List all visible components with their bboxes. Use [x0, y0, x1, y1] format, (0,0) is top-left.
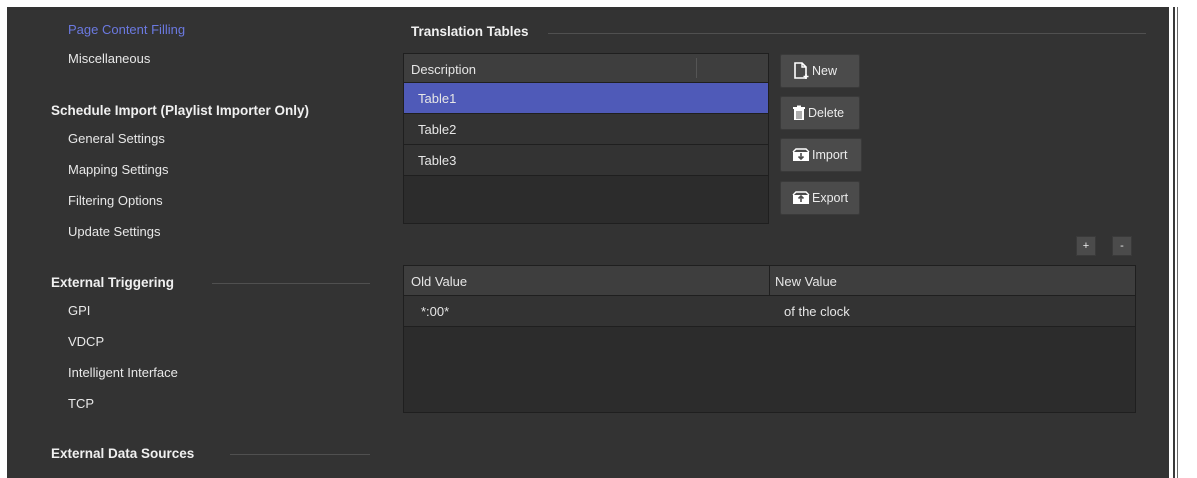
new-value-cell[interactable]: of the clock	[784, 304, 850, 319]
new-button[interactable]: New	[780, 54, 860, 88]
group-title: Translation Tables	[411, 24, 529, 39]
section-schedule-import: Schedule Import (Playlist Importer Only)	[51, 103, 310, 118]
section-divider	[212, 283, 370, 284]
section-divider	[230, 454, 370, 455]
table-cell: Table1	[418, 91, 457, 106]
add-row-button[interactable]: +	[1076, 236, 1096, 256]
translation-values-table[interactable]: Old Value New Value *:00* of the clock	[403, 265, 1136, 413]
old-value-cell[interactable]: *:00*	[421, 304, 449, 319]
sidebar-item-general-settings[interactable]: General Settings	[68, 131, 165, 146]
section-external-triggering: External Triggering	[51, 275, 175, 290]
table-header: Description	[404, 54, 768, 83]
new-document-icon	[794, 62, 809, 79]
trash-icon	[793, 105, 805, 120]
table-row[interactable]: Table1	[404, 83, 768, 114]
delete-button[interactable]: Delete	[780, 96, 860, 130]
column-header-description[interactable]: Description	[411, 62, 476, 77]
sidebar-item-page-content-filling[interactable]: Page Content Filling	[68, 22, 185, 37]
import-button-label: Import	[812, 148, 848, 162]
table-row[interactable]: Table3	[404, 145, 768, 176]
group-divider	[548, 33, 1146, 34]
table-row[interactable]: *:00* of the clock	[404, 296, 1135, 327]
table-cell: Table3	[418, 153, 457, 168]
sidebar-item-gpi[interactable]: GPI	[68, 303, 90, 318]
remove-row-button[interactable]: -	[1112, 236, 1132, 256]
export-button-label: Export	[812, 191, 849, 205]
column-header-old-value[interactable]: Old Value	[411, 274, 467, 289]
export-icon	[792, 191, 810, 204]
export-button[interactable]: Export	[780, 181, 860, 215]
new-button-label: New	[812, 64, 838, 78]
sidebar-item-vdcp[interactable]: VDCP	[68, 334, 104, 349]
column-header-new-value[interactable]: New Value	[775, 274, 837, 289]
delete-button-label: Delete	[808, 106, 845, 120]
sidebar-item-update-settings[interactable]: Update Settings	[68, 224, 161, 239]
sidebar-item-miscellaneous[interactable]: Miscellaneous	[68, 51, 150, 66]
sidebar-item-filtering-options[interactable]: Filtering Options	[68, 193, 163, 208]
sidebar-item-mapping-settings[interactable]: Mapping Settings	[68, 162, 168, 177]
table-header: Old Value New Value	[404, 266, 1135, 296]
import-button[interactable]: Import	[780, 138, 862, 172]
import-icon	[792, 148, 810, 161]
window-border	[1169, 0, 1197, 478]
translation-tables-list[interactable]: Description Table1 Table2 Table3	[403, 53, 769, 224]
table-cell: Table2	[418, 122, 457, 137]
sidebar-item-tcp[interactable]: TCP	[68, 396, 94, 411]
sidebar-item-intelligent-interface[interactable]: Intelligent Interface	[68, 365, 178, 380]
section-external-data-sources: External Data Sources	[51, 446, 195, 461]
table-row[interactable]: Table2	[404, 114, 768, 145]
